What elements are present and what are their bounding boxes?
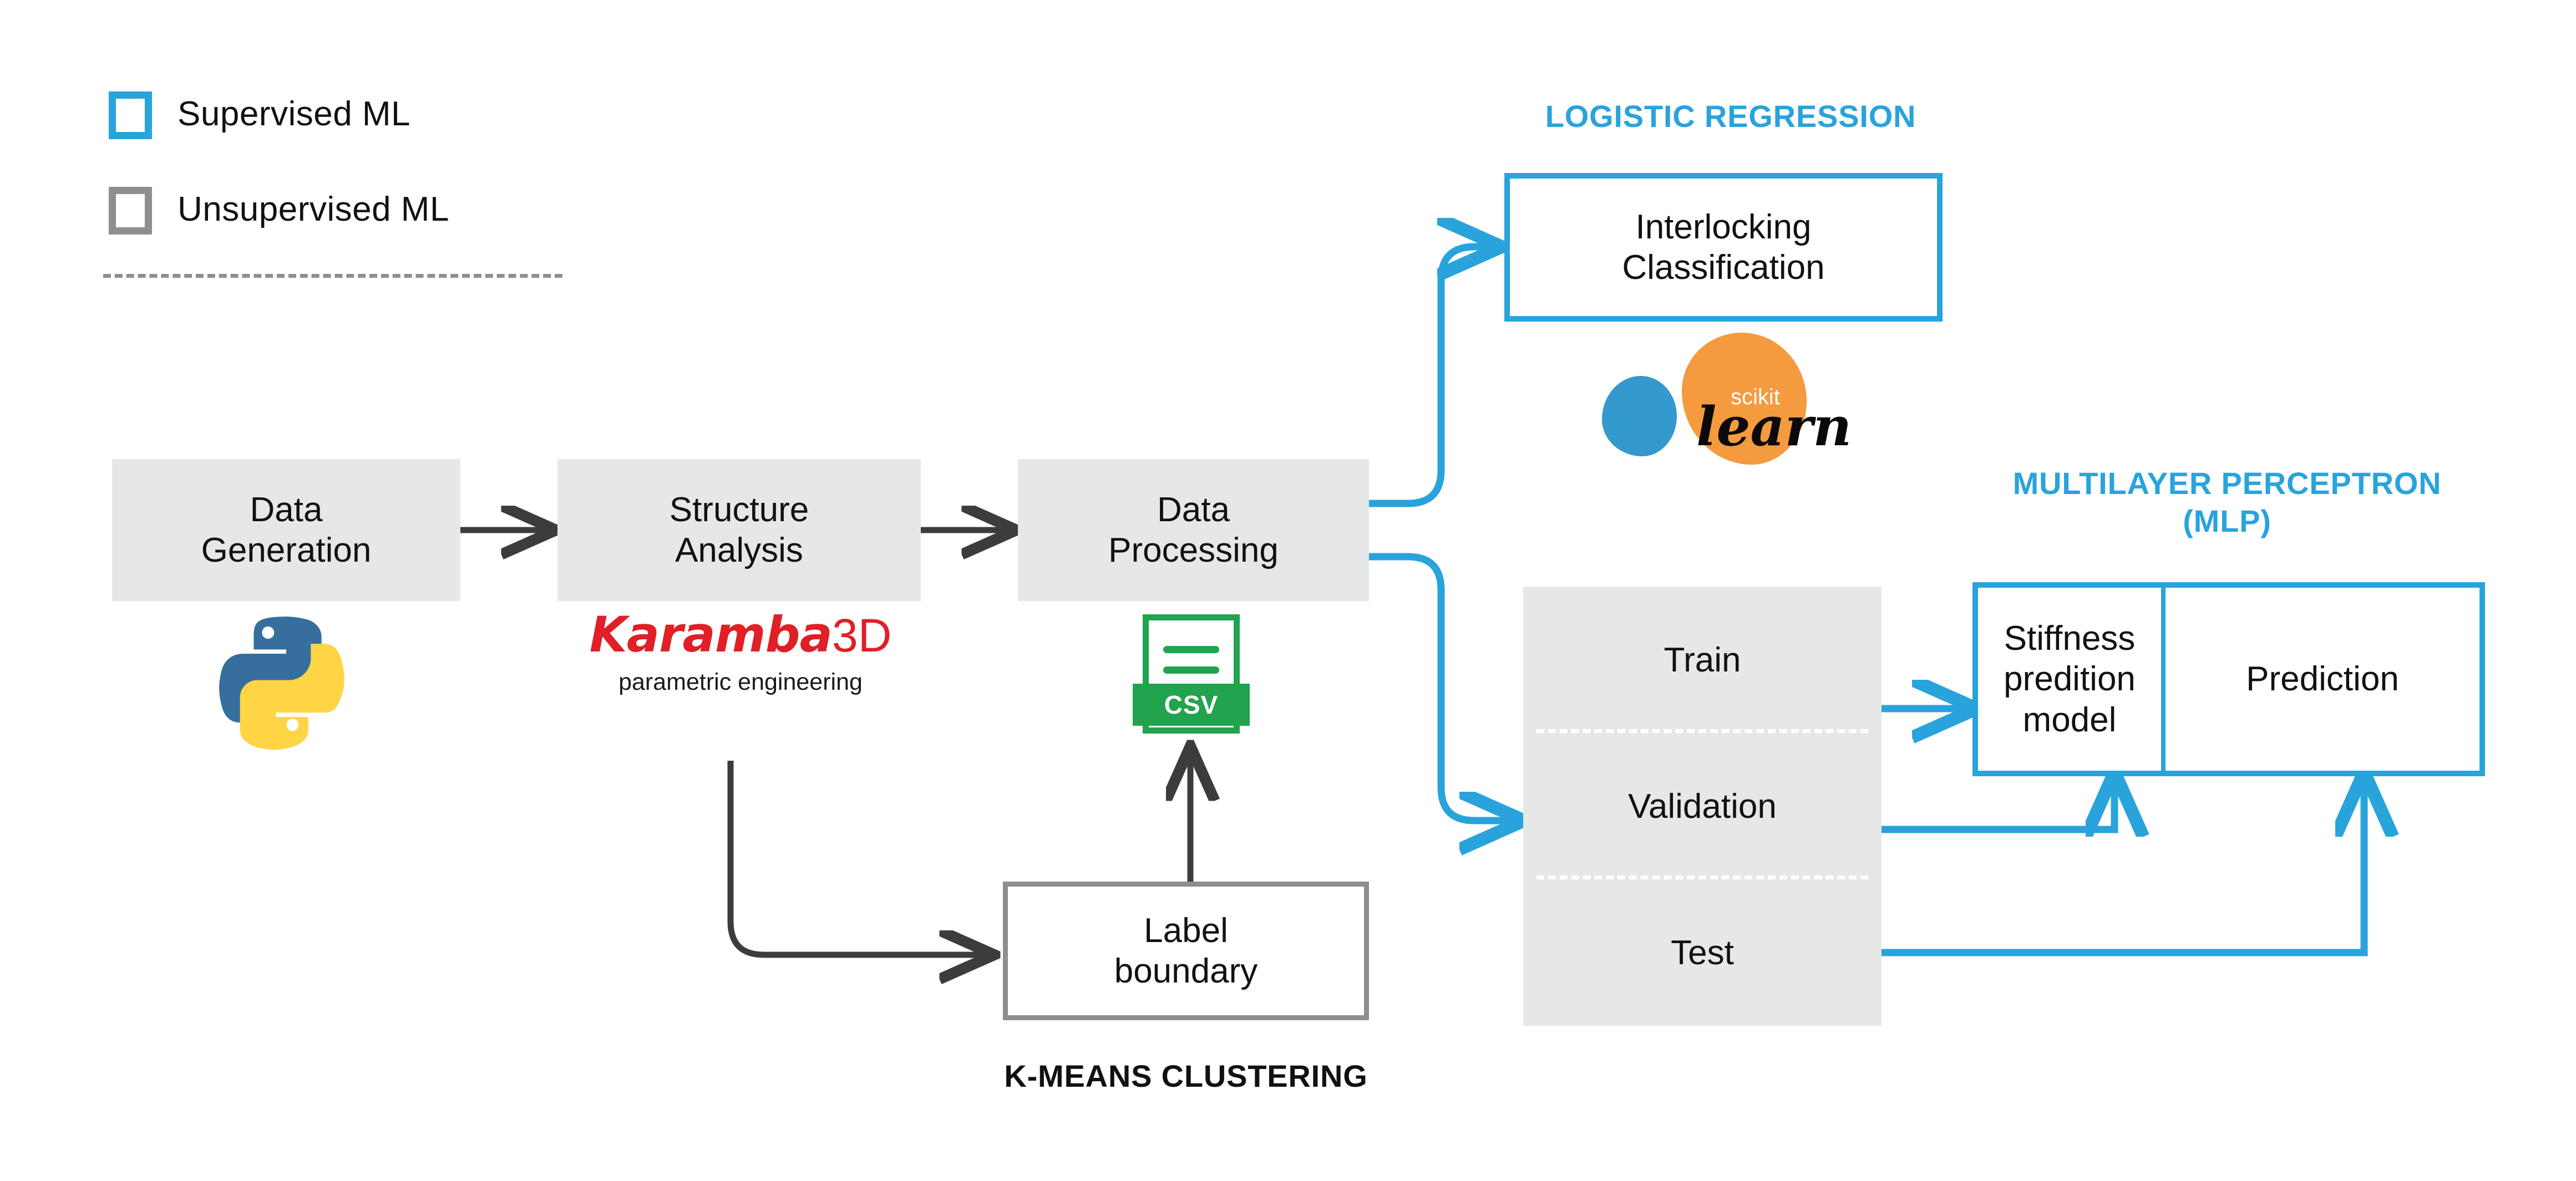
- box-data-generation-label: Data Generation: [201, 490, 372, 569]
- csv-text-line: [1163, 646, 1219, 654]
- dataset-split-validation-label: Validation: [1628, 787, 1777, 826]
- box-structure-analysis[interactable]: Structure Analysis: [557, 459, 921, 601]
- box-interlocking-classification[interactable]: Interlocking Classification: [1504, 173, 1943, 322]
- arrow-validation-to-model: [1882, 776, 2114, 829]
- box-stiffness-prediction-model-label: Stiffness predition model: [2004, 619, 2136, 739]
- diagram-canvas: Supervised ML Unsupervised ML Data Gener…: [0, 0, 2576, 1181]
- arrow-structure-to-label-boundary: [727, 761, 991, 955]
- box-stiffness-prediction-model[interactable]: Stiffness predition model: [1978, 588, 2166, 771]
- box-prediction[interactable]: Prediction: [2166, 588, 2479, 771]
- scikit-learn-logo: scikit learn: [1598, 327, 1858, 466]
- karamba-3d-mark: 3D: [832, 609, 892, 661]
- legend-swatch-unsupervised: [109, 187, 152, 235]
- kmeans-title: K-MEANS CLUSTERING: [1004, 1058, 1368, 1093]
- scikit-learn-blue-blob: [1602, 376, 1677, 456]
- dataset-split-test-label: Test: [1671, 933, 1734, 972]
- box-data-processing[interactable]: Data Processing: [1018, 459, 1369, 601]
- legend-swatch-supervised: [109, 91, 152, 139]
- box-prediction-label: Prediction: [2246, 660, 2399, 699]
- csv-badge: CSV: [1133, 684, 1250, 726]
- python-logo: [214, 604, 359, 753]
- box-structure-analysis-label: Structure Analysis: [669, 490, 809, 569]
- mlp-model-boxes: Stiffness predition model Prediction: [1972, 582, 2485, 776]
- csv-text-line: [1163, 666, 1219, 674]
- box-label-boundary[interactable]: Label boundary: [1003, 882, 1369, 1020]
- karamba-wordmark: Karamba: [589, 606, 833, 663]
- dataset-split-train-label: Train: [1664, 640, 1741, 679]
- box-data-generation[interactable]: Data Generation: [112, 459, 460, 601]
- box-data-processing-label: Data Processing: [1108, 490, 1279, 569]
- box-interlocking-classification-label: Interlocking Classification: [1622, 207, 1825, 287]
- arrow-test-to-prediction: [1882, 776, 2364, 956]
- dataset-split-box[interactable]: Train Validation Test: [1523, 587, 1882, 1026]
- legend-label-unsupervised: Unsupervised ML: [178, 190, 449, 228]
- dataset-split-test[interactable]: Test: [1523, 879, 1882, 1026]
- logistic-regression-title: LOGISTIC REGRESSION: [1545, 99, 1916, 134]
- legend-label-supervised: Supervised ML: [178, 95, 411, 133]
- karamba-logo: Karamba3D parametric engineering: [574, 609, 907, 694]
- csv-file-icon: CSV: [1133, 614, 1250, 734]
- mlp-title: MULTILAYER PERCEPTRON (MLP): [2012, 466, 2442, 539]
- learn-wordmark: learn: [1696, 395, 1852, 458]
- arrow-processing-to-interlocking: [1369, 247, 1498, 507]
- legend-divider: [103, 274, 562, 278]
- karamba-tagline: parametric engineering: [618, 669, 863, 695]
- dataset-split-divider: [1537, 729, 1868, 733]
- box-label-boundary-label: Label boundary: [1114, 911, 1258, 990]
- dataset-split-divider: [1537, 875, 1868, 879]
- python-logo-svg: [219, 617, 344, 750]
- dataset-split-validation[interactable]: Validation: [1523, 733, 1882, 879]
- arrow-processing-to-validation: [1369, 553, 1520, 821]
- dataset-split-train[interactable]: Train: [1523, 587, 1882, 733]
